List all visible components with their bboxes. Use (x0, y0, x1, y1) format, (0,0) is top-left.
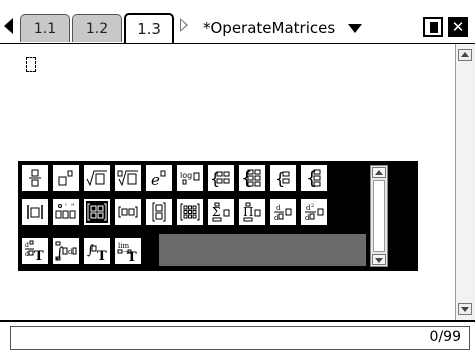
tab-label: 1.1 (33, 20, 57, 37)
svg-text:2: 2 (311, 203, 314, 209)
battery-icon (423, 17, 443, 37)
limit-template-icon[interactable]: lim → T (115, 238, 141, 264)
character-counter: 0/99 (429, 329, 461, 345)
palette-scroll-down-icon[interactable] (372, 254, 386, 265)
nth-derivative-template-icon[interactable]: ddT (22, 238, 48, 264)
nth-root-template-icon[interactable] (115, 165, 141, 191)
svg-text:T: T (97, 249, 107, 262)
log-template-icon[interactable]: log (177, 165, 203, 191)
svg-text:d: d (274, 214, 279, 222)
scroll-up-arrow-icon[interactable] (458, 49, 472, 61)
system-n-template-icon[interactable]: { (301, 165, 327, 191)
second-derivative-template-icon[interactable]: d2d (301, 199, 327, 225)
square-root-template-icon[interactable] (84, 165, 110, 191)
svg-text:T: T (34, 249, 44, 262)
tab-label: 1.3 (137, 20, 161, 38)
row-matrix-template-icon[interactable] (115, 199, 141, 225)
matrix-mxn-template-icon[interactable] (177, 199, 203, 225)
svg-text:T: T (127, 250, 137, 262)
svg-text:Σ: Σ (212, 205, 220, 219)
definite-integral-template-icon[interactable]: ∫ d (53, 238, 79, 264)
scroll-down-arrow-icon[interactable] (458, 303, 472, 315)
empty-entry-placeholder[interactable] (26, 57, 36, 72)
scroll-tabs-left-icon[interactable] (4, 18, 13, 34)
document-title[interactable]: *OperateMatrices (203, 19, 335, 37)
palette-scroll-thumb[interactable] (373, 180, 385, 252)
degree-minute-second-template-icon[interactable]: ' " (53, 199, 79, 225)
system-2-template-icon[interactable]: { (270, 165, 296, 191)
matrix-2x2-template-icon[interactable] (84, 199, 110, 225)
entry-line[interactable]: 0/99 (10, 326, 470, 350)
product-template-icon[interactable]: Π (239, 199, 265, 225)
derivative-template-icon[interactable]: dd (270, 199, 296, 225)
exponent-template-icon[interactable] (53, 165, 79, 191)
svg-text:': ' (65, 203, 67, 211)
tab-1-2[interactable]: 1.2 (72, 14, 122, 42)
svg-text:d: d (25, 251, 29, 258)
palette-scroll-up-icon[interactable] (372, 167, 386, 178)
fraction-template-icon[interactable] (22, 165, 48, 191)
palette-scrollbar[interactable] (370, 165, 388, 267)
indefinite-integral-template-icon[interactable]: ∫ T (84, 238, 110, 264)
palette-empty-area (159, 234, 366, 266)
math-template-palette: e log { { { { ' " Σ Π dd d2d d d T ∫ d ∫… (18, 161, 418, 271)
vertical-scrollbar[interactable] (455, 44, 475, 320)
close-icon[interactable]: ✕ (448, 17, 468, 37)
svg-text:Π: Π (243, 205, 253, 219)
scroll-tabs-right-icon[interactable] (180, 18, 188, 32)
svg-text:{: { (241, 168, 252, 188)
tab-1-3[interactable]: 1.3 (124, 13, 174, 43)
piecewise-n-template-icon[interactable]: { (239, 165, 265, 191)
piecewise-2-template-icon[interactable]: { (208, 165, 234, 191)
svg-text:": " (71, 203, 74, 211)
tab-label: 1.2 (85, 20, 109, 37)
svg-text:d: d (305, 214, 310, 222)
svg-text:d: d (276, 204, 281, 212)
e-exponent-template-icon[interactable]: e (146, 165, 172, 191)
svg-text:d: d (68, 248, 73, 256)
column-matrix-template-icon[interactable] (146, 199, 172, 225)
document-menu-chevron-down-icon[interactable] (348, 24, 362, 33)
svg-text:log: log (180, 171, 192, 180)
sum-template-icon[interactable]: Σ (208, 199, 234, 225)
svg-text:e: e (151, 171, 160, 187)
svg-text:{: { (306, 168, 317, 188)
tab-1-1[interactable]: 1.1 (20, 14, 70, 42)
status-bar: 0/99 (0, 320, 475, 356)
absolute-value-template-icon[interactable] (22, 199, 48, 225)
svg-text:d: d (25, 242, 29, 249)
